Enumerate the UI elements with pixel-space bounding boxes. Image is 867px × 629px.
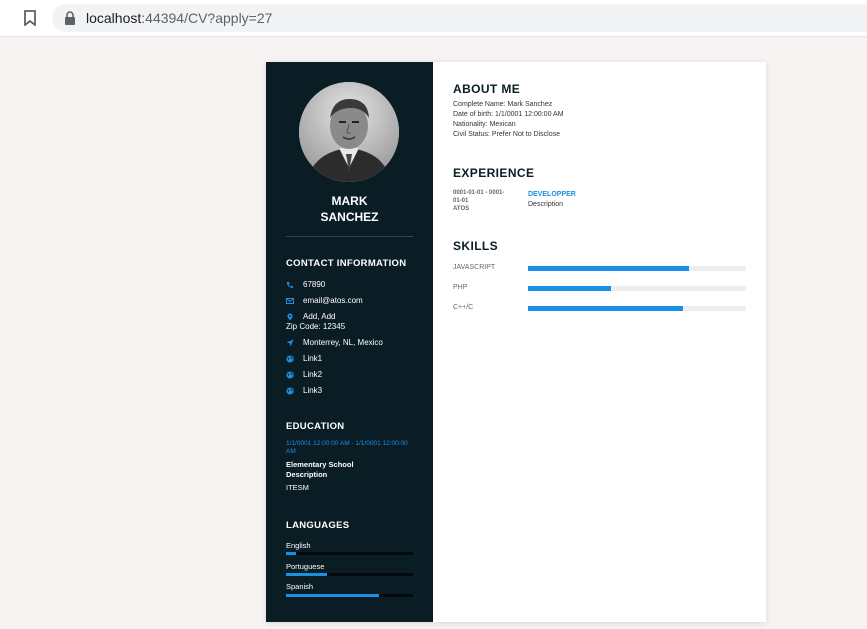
experience-role: DEVELOPPER (528, 191, 576, 198)
skill-bar (528, 286, 746, 291)
link1-text[interactable]: Link1 (303, 354, 322, 363)
language-bar (286, 552, 413, 555)
location-text: Monterrey, NL, Mexico (303, 338, 383, 347)
language-bar-fill (286, 594, 379, 597)
globe-icon (286, 387, 294, 395)
skill-bar (528, 306, 746, 311)
sidebar-divider (286, 236, 413, 237)
language-label: Spanish (286, 582, 314, 591)
location-arrow-icon (286, 339, 294, 347)
url-host: localhost (86, 10, 142, 26)
skill-bar-fill (528, 266, 690, 271)
address-text: Add, Add (303, 312, 336, 321)
cv-sidebar: MARK SANCHEZ CONTACT INFORMATION 67890 e… (266, 62, 433, 622)
skill-bar-fill (528, 286, 611, 291)
skill-label: PHP (453, 284, 468, 291)
link3-text[interactable]: Link3 (303, 386, 322, 395)
experience-description: Description (528, 201, 564, 208)
about-title: ABOUT ME (453, 82, 521, 96)
email-text: email@atos.com (303, 296, 363, 305)
experience-date: 0001-01-01 - 0001-01-01 (453, 190, 505, 204)
url-path: :44394/CV?apply=27 (141, 10, 273, 26)
skill-label: JAVASCRIPT (453, 264, 496, 271)
first-name: MARK (331, 194, 368, 208)
education-degree-line1: Elementary School (286, 460, 354, 469)
education-school: ITESM (286, 483, 309, 492)
language-bar-fill (286, 552, 297, 555)
experience-company: ATOS (453, 206, 470, 212)
person-name: MARK SANCHEZ (266, 193, 433, 225)
about-nationality: Nationality: Mexican (453, 121, 516, 128)
cv-card: MARK SANCHEZ CONTACT INFORMATION 67890 e… (266, 62, 766, 622)
about-complete-name: Complete Name: Mark Sanchez (453, 101, 553, 108)
language-label: Portuguese (286, 562, 325, 571)
skill-label: C++/C (453, 304, 474, 311)
browser-toolbar: localhost:44394/CV?apply=27 (0, 0, 867, 37)
avatar-photo (299, 82, 399, 182)
about-dob: Date of birth: 1/1/0001 12:00:00 AM (453, 111, 564, 118)
address-bar[interactable]: localhost:44394/CV?apply=27 (52, 4, 867, 32)
contact-title: CONTACT INFORMATION (286, 258, 407, 269)
experience-meta: 0001-01-01 - 0001-01-01 ATOS (453, 189, 508, 213)
phone-text: 67890 (303, 280, 326, 289)
globe-icon (286, 371, 294, 379)
url-text[interactable]: localhost:44394/CV?apply=27 (86, 10, 272, 26)
bookmark-icon[interactable] (24, 10, 36, 26)
languages-title: LANGUAGES (286, 520, 350, 531)
language-bar (286, 594, 413, 597)
phone-icon (287, 282, 293, 288)
globe-icon (286, 355, 294, 363)
skill-bar-fill (528, 306, 683, 311)
language-bar (286, 573, 413, 576)
lock-icon (65, 11, 75, 25)
zip-code: Zip Code: 12345 (286, 322, 346, 331)
education-degree-line2: Description (286, 470, 328, 479)
education-degree: Elementary School Description (286, 460, 354, 480)
cv-main: ABOUT ME Complete Name: Mark Sanchez Dat… (433, 62, 766, 622)
last-name: SANCHEZ (320, 210, 379, 224)
language-bar-fill (286, 573, 327, 576)
about-civil-status: Civil Status: Prefer Not to Disclose (453, 131, 560, 138)
email-icon (286, 298, 294, 304)
link2-text[interactable]: Link2 (303, 370, 322, 379)
education-title: EDUCATION (286, 421, 345, 432)
education-date: 1/1/0001 12:00:00 AM - 1/1/0001 12:00:00… (286, 440, 408, 455)
map-pin-icon (287, 313, 293, 321)
skills-title: SKILLS (453, 239, 499, 253)
language-label: English (286, 541, 311, 550)
skill-bar (528, 266, 746, 271)
experience-title: EXPERIENCE (453, 166, 535, 180)
avatar (299, 82, 399, 182)
